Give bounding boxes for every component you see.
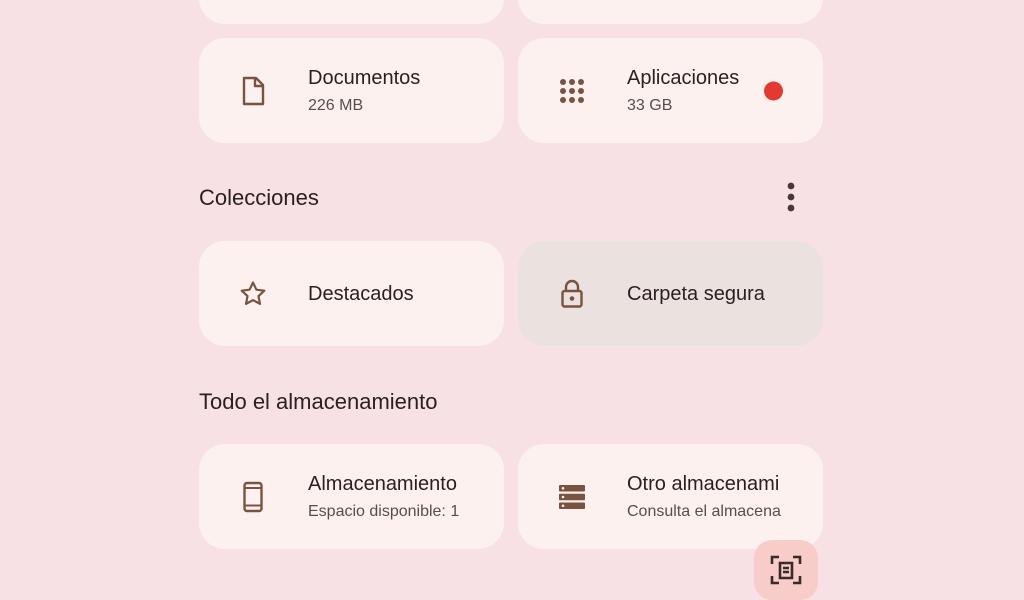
apps-grid-icon [558,77,586,105]
collections-heading: Colecciones [199,185,319,210]
lock-icon [558,279,586,308]
category-card-apps[interactable]: Aplicaciones 33 GB [518,38,823,143]
collection-card-safe-folder[interactable]: Carpeta segura [518,241,823,346]
storage-title: Otro almacenami [627,472,780,495]
category-card-documents[interactable]: Documentos 226 MB [199,38,504,143]
collection-title: Carpeta segura [627,282,765,305]
category-title: Documentos [308,66,421,89]
storage-title: Almacenamiento [308,472,457,495]
notification-badge [764,81,783,100]
phone-icon [239,481,267,512]
storage-subtitle: Consulta el almacena [627,502,781,520]
more-vert-icon[interactable] [776,179,806,215]
storage-card-other[interactable]: Otro almacenami Consulta el almacena [518,444,823,549]
collection-title: Destacados [308,282,414,305]
category-card-partial-left[interactable] [199,0,504,24]
storage-card-internal[interactable]: Almacenamiento Espacio disponible: 1 [199,444,504,549]
category-size: 33 GB [627,96,673,114]
category-card-partial-right[interactable] [518,0,823,24]
star-icon [239,280,267,308]
scan-document-icon [770,554,802,600]
storage-heading: Todo el almacenamiento [199,389,438,414]
storage-icon [558,483,586,511]
scan-fab-button[interactable] [754,540,818,600]
category-title: Aplicaciones [627,66,740,89]
document-icon [239,76,267,105]
storage-subtitle: Espacio disponible: 1 [308,502,460,520]
category-size: 226 MB [308,96,364,114]
collection-card-starred[interactable]: Destacados [199,241,504,346]
